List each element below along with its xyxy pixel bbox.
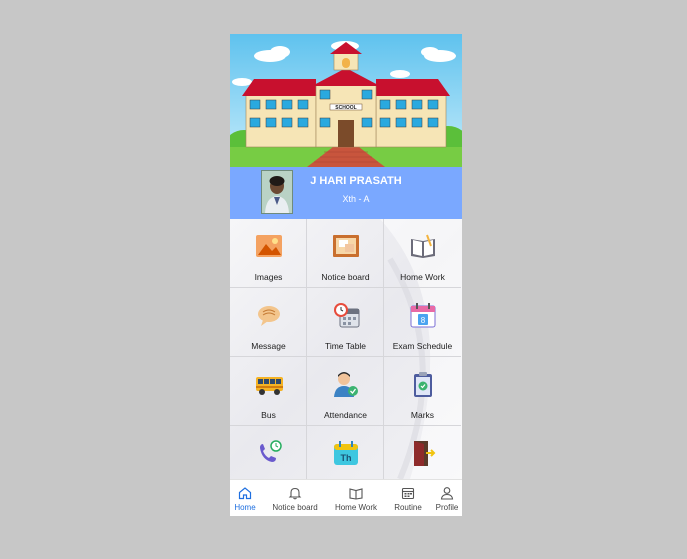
school-sign-text: SCHOOL [335,105,356,111]
student-name: J HARI PRASATH [310,175,402,187]
nav-home-work-label: Home Work [334,503,378,512]
nav-notice-board-label: Notice board [272,503,318,512]
menu-item-label: Images [254,272,283,282]
bell-icon [288,486,302,500]
message-icon [254,300,284,330]
person-icon [440,486,454,500]
thursday-calendar-icon: Th [331,438,361,468]
clipboard-check-icon [408,369,438,399]
clock-calendar-icon [331,300,361,330]
menu-item-bus[interactable]: Bus [230,357,307,426]
menu-item-time-table[interactable]: Time Table [307,288,384,357]
calendar-grid-icon [401,486,415,500]
menu-item-label: Exam Schedule [392,341,453,351]
attendance-icon [331,369,361,399]
school-banner-image: SCHOOL [230,34,462,167]
menu-item-label: Time Table [324,341,367,351]
nav-home-label: Home [234,503,256,512]
bottom-navigation: Home Notice board Home Work Routine Prof… [230,479,462,516]
logout-door-icon [408,438,438,468]
student-class: Xth - A [342,194,370,204]
menu-item-label: Bus [261,410,276,420]
phone-call-icon [254,438,284,468]
student-profile-bar: J HARI PRASATH Xth - A [230,167,462,219]
image-icon [254,231,284,261]
nav-home[interactable]: Home [230,480,260,516]
menu-item-notice-board[interactable]: Notice board [307,219,384,288]
menu-item-label: Marks [410,410,435,420]
menu-item-calendar[interactable]: Th [307,426,384,479]
book-icon [349,486,363,500]
nav-notice-board[interactable]: Notice board [268,480,322,516]
nav-profile-label: Profile [435,503,459,512]
menu-item-label: Attendance [323,410,367,420]
app-screen: SCHOOL J HARI PRASATH Xth - A Images Not… [230,34,462,516]
nav-routine[interactable]: Routine [390,480,426,516]
calendar-day-text: Th [341,453,352,463]
home-icon [238,486,252,500]
menu-item-home-work[interactable]: Home Work [384,219,461,288]
menu-item-logout[interactable] [384,426,461,479]
bus-icon [254,369,284,399]
svg-text:8: 8 [421,316,426,325]
menu-item-label: Notice board [321,272,370,282]
menu-item-message[interactable]: Message [230,288,307,357]
notice-board-icon [331,231,361,261]
calendar-icon: 8 [408,300,438,330]
student-avatar [261,170,293,214]
menu-item-label: Message [251,341,286,351]
nav-home-work[interactable]: Home Work [330,480,382,516]
nav-profile[interactable]: Profile [432,480,462,516]
menu-grid: Images Notice board Home Work Message Ti… [230,219,462,479]
menu-item-contact[interactable] [230,426,307,479]
homework-book-icon [408,231,438,261]
menu-item-attendance[interactable]: Attendance [307,357,384,426]
menu-item-exam-schedule[interactable]: 8 Exam Schedule [384,288,461,357]
menu-item-label: Home Work [400,272,445,282]
nav-routine-label: Routine [394,503,422,512]
menu-item-images[interactable]: Images [230,219,307,288]
menu-item-marks[interactable]: Marks [384,357,461,426]
